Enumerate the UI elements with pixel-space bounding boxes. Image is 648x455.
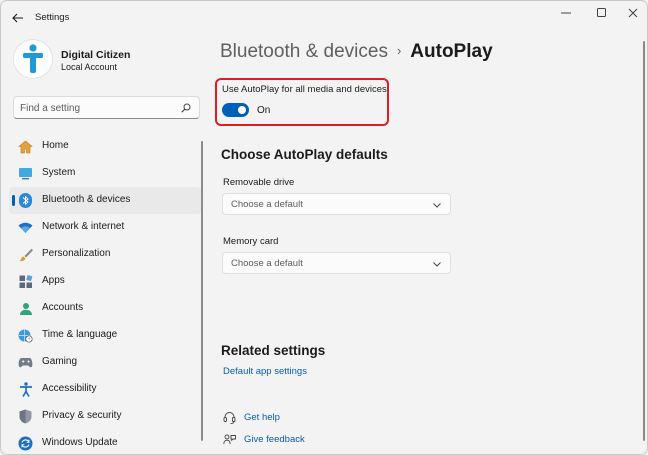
maximize-icon: [597, 8, 606, 17]
globe-clock-icon: [18, 328, 33, 343]
search-icon[interactable]: [179, 101, 193, 115]
feedback-icon: [222, 433, 236, 447]
window-title: Settings: [35, 12, 70, 23]
help-icon: [222, 410, 236, 424]
sidebar-scrollbar[interactable]: [201, 141, 203, 441]
sidebar-item-windows-update[interactable]: Windows Update: [9, 430, 201, 454]
breadcrumb-separator: ›: [396, 43, 402, 58]
account-type: Local Account: [61, 62, 118, 72]
toggle-state-text: On: [257, 105, 271, 116]
default-app-settings-link[interactable]: Default app settings: [223, 366, 307, 377]
page-title: AutoPlay: [410, 41, 493, 62]
wifi-icon: [18, 220, 33, 235]
apps-icon: [18, 274, 33, 289]
sidebar-item-apps[interactable]: Apps: [9, 268, 201, 295]
minimize-button[interactable]: [554, 6, 578, 20]
removable-drive-dropdown[interactable]: Choose a default: [222, 193, 451, 215]
update-icon: [18, 436, 33, 451]
back-button[interactable]: [9, 9, 27, 27]
avatar[interactable]: [13, 39, 53, 79]
system-icon: [18, 166, 33, 181]
autoplay-toggle-label: Use AutoPlay for all media and devices: [222, 84, 387, 95]
get-help-link[interactable]: Get help: [244, 412, 280, 423]
user-figure-icon: [23, 44, 43, 73]
related-settings-heading: Related settings: [221, 343, 326, 358]
close-icon: [628, 8, 638, 18]
minimize-icon: [561, 12, 571, 14]
chevron-down-icon: [432, 200, 442, 210]
sidebar-item-network[interactable]: Network & internet: [9, 214, 201, 241]
title-bar: Settings: [1, 1, 647, 33]
give-feedback-link[interactable]: Give feedback: [244, 434, 305, 445]
search-box[interactable]: [13, 96, 200, 119]
sidebar-item-time-language[interactable]: Time & language: [9, 322, 201, 349]
chevron-down-icon: [432, 259, 442, 269]
breadcrumb-parent[interactable]: Bluetooth & devices: [220, 41, 388, 62]
user-name: Digital Citizen: [61, 49, 131, 61]
memory-card-label: Memory card: [223, 236, 279, 247]
maximize-button[interactable]: [590, 6, 614, 20]
sidebar-item-gaming[interactable]: Gaming: [9, 349, 201, 376]
brush-icon: [18, 247, 33, 262]
memory-card-value: Choose a default: [231, 258, 303, 269]
search-input[interactable]: [20, 100, 180, 116]
gamepad-icon: [18, 355, 33, 370]
autoplay-defaults-heading: Choose AutoPlay defaults: [221, 147, 388, 162]
removable-drive-label: Removable drive: [223, 177, 295, 188]
breadcrumb: Bluetooth & devices › AutoPlay: [220, 41, 493, 63]
sidebar-item-personalization[interactable]: Personalization: [9, 241, 201, 268]
sidebar-nav: Home System Bluetooth & devices Network …: [9, 133, 201, 454]
sidebar-item-accessibility[interactable]: Accessibility: [9, 376, 201, 403]
sidebar-item-privacy[interactable]: Privacy & security: [9, 403, 201, 430]
back-arrow-icon: [12, 13, 23, 23]
sidebar-item-bluetooth[interactable]: Bluetooth & devices: [9, 187, 201, 214]
toggle-knob: [238, 106, 246, 114]
memory-card-dropdown[interactable]: Choose a default: [222, 252, 451, 274]
close-button[interactable]: [621, 6, 645, 20]
removable-drive-value: Choose a default: [231, 199, 303, 210]
accessibility-icon: [18, 382, 33, 397]
home-icon: [18, 139, 33, 154]
sidebar-item-accounts[interactable]: Accounts: [9, 295, 201, 322]
autoplay-toggle[interactable]: [222, 103, 249, 117]
shield-icon: [18, 409, 33, 424]
sidebar-item-home[interactable]: Home: [9, 133, 201, 160]
sidebar-item-system[interactable]: System: [9, 160, 201, 187]
bluetooth-icon: [18, 193, 33, 208]
account-icon: [18, 301, 33, 316]
content-scrollbar[interactable]: [643, 41, 645, 441]
settings-window: Settings Digital Citizen Local Account F…: [0, 0, 648, 455]
